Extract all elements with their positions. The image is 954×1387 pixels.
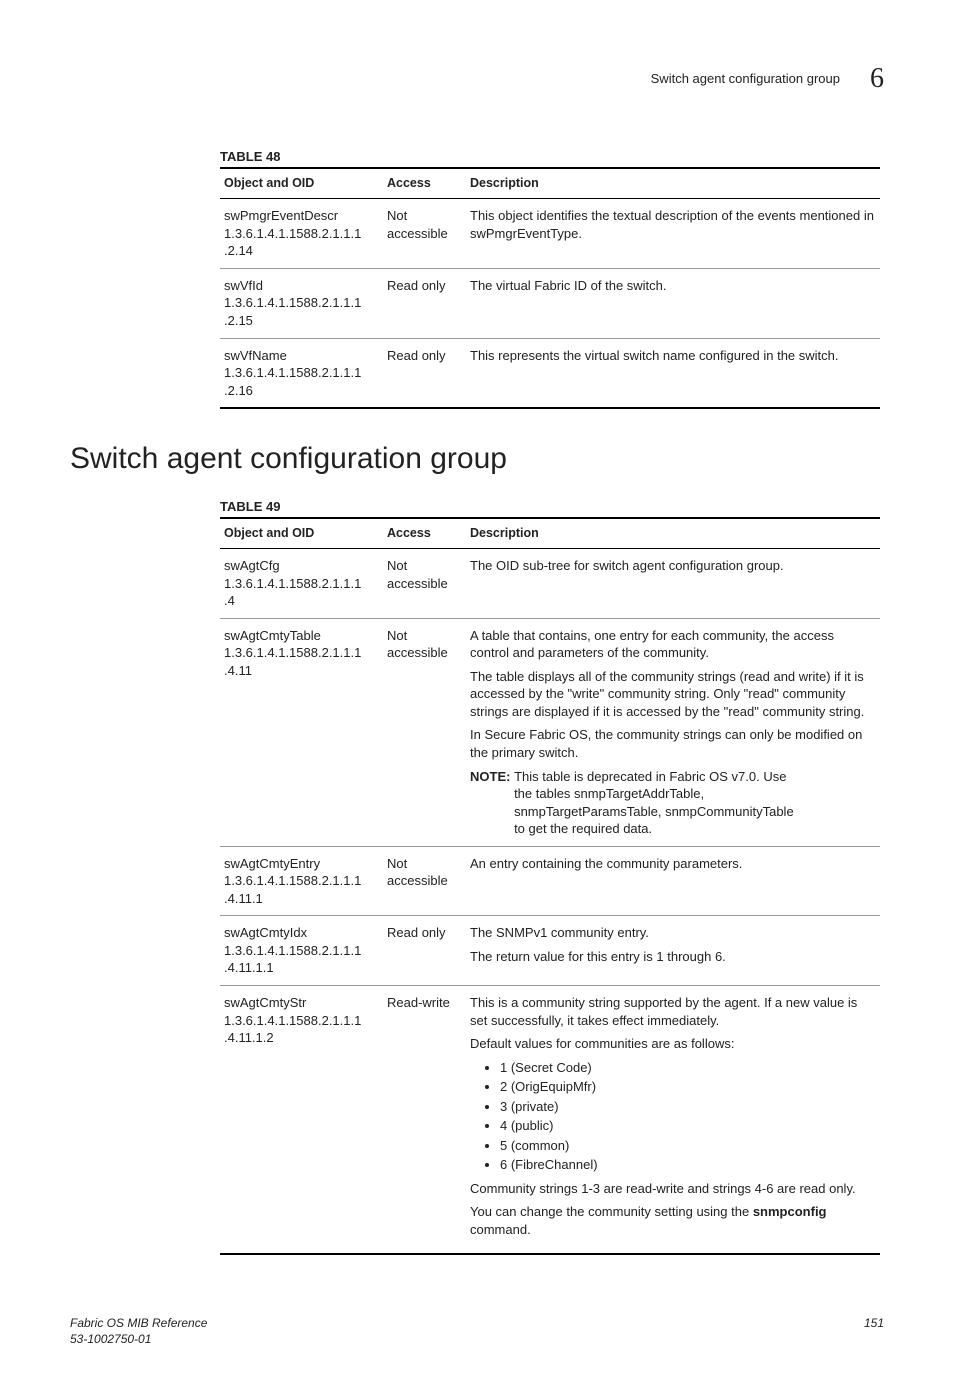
cell-object: swAgtCmtyEntry1.3.6.1.4.1.1588.2.1.1.1.4…: [220, 846, 383, 916]
table-row: swAgtCmtyTable1.3.6.1.4.1.1588.2.1.1.1.4…: [220, 618, 880, 846]
object-oid: 1.3.6.1.4.1.1588.2.1.1.1.2.16: [224, 364, 379, 399]
object-name: swVfName: [224, 347, 379, 365]
table-row: swAgtCmtyIdx1.3.6.1.4.1.1588.2.1.1.1.4.1…: [220, 916, 880, 986]
cell-object: swAgtCfg1.3.6.1.4.1.1588.2.1.1.1.4: [220, 549, 383, 619]
note-text: This table is deprecated in Fabric OS v7…: [514, 768, 804, 838]
object-oid: 1.3.6.1.4.1.1588.2.1.1.1.4.11.1: [224, 872, 379, 907]
cell-description: This is a community string supported by …: [466, 986, 880, 1254]
table-row: swVfName1.3.6.1.4.1.1588.2.1.1.1.2.16Rea…: [220, 338, 880, 408]
cell-object: swVfId1.3.6.1.4.1.1588.2.1.1.1.2.15: [220, 268, 383, 338]
table48-caption: TABLE 48: [220, 148, 884, 166]
desc-paragraph: You can change the community setting usi…: [470, 1203, 876, 1238]
bullet-list: 1 (Secret Code)2 (OrigEquipMfr) 3 (privat…: [470, 1059, 876, 1174]
table-row: swAgtCmtyEntry1.3.6.1.4.1.1588.2.1.1.1.4…: [220, 846, 880, 916]
note-block: NOTE: This table is deprecated in Fabric…: [470, 768, 876, 838]
table-row: swAgtCmtyStr1.3.6.1.4.1.1588.2.1.1.1.4.1…: [220, 986, 880, 1254]
desc-paragraph: Default values for communities are as fo…: [470, 1035, 876, 1053]
list-item: 3 (private): [500, 1098, 876, 1116]
page-footer: Fabric OS MIB Reference 53-1002750-01 15…: [70, 1315, 884, 1347]
header-title: Switch agent configuration group: [651, 70, 840, 88]
cell-object: swAgtCmtyTable1.3.6.1.4.1.1588.2.1.1.1.4…: [220, 618, 383, 846]
table49-caption: TABLE 49: [220, 498, 884, 516]
table49: Object and OID Access Description swAgtC…: [220, 517, 880, 1254]
cell-access: Read only: [383, 916, 466, 986]
desc-paragraph: The table displays all of the community …: [470, 668, 876, 721]
object-oid: 1.3.6.1.4.1.1588.2.1.1.1.2.15: [224, 294, 379, 329]
footer-doc-title: Fabric OS MIB Reference: [70, 1315, 207, 1331]
desc-paragraph: The OID sub-tree for switch agent config…: [470, 557, 876, 575]
object-oid: 1.3.6.1.4.1.1588.2.1.1.1.4.11: [224, 644, 379, 679]
cell-access: Read only: [383, 338, 466, 408]
desc-paragraph: The return value for this entry is 1 thr…: [470, 948, 876, 966]
col-header-description: Description: [466, 518, 880, 548]
object-oid: 1.3.6.1.4.1.1588.2.1.1.1.4.11.1.1: [224, 942, 379, 977]
bold-term: snmpconfig: [753, 1204, 827, 1219]
table-row: swAgtCfg1.3.6.1.4.1.1588.2.1.1.1.4Not ac…: [220, 549, 880, 619]
cell-description: The virtual Fabric ID of the switch.: [466, 268, 880, 338]
list-item: 1 (Secret Code): [500, 1059, 876, 1077]
list-item: 5 (common): [500, 1137, 876, 1155]
col-header-access: Access: [383, 168, 466, 198]
object-name: swAgtCmtyEntry: [224, 855, 379, 873]
list-item: 4 (public): [500, 1117, 876, 1135]
table-row: swVfId1.3.6.1.4.1.1588.2.1.1.1.2.15Read …: [220, 268, 880, 338]
col-header-access: Access: [383, 518, 466, 548]
table48: Object and OID Access Description swPmgr…: [220, 167, 880, 409]
desc-paragraph: A table that contains, one entry for eac…: [470, 627, 876, 662]
cell-object: swAgtCmtyStr1.3.6.1.4.1.1588.2.1.1.1.4.1…: [220, 986, 383, 1254]
cell-access: Not accessible: [383, 846, 466, 916]
object-oid: 1.3.6.1.4.1.1588.2.1.1.1.2.14: [224, 225, 379, 260]
list-item: 6 (FibreChannel): [500, 1156, 876, 1174]
desc-paragraph: An entry containing the community parame…: [470, 855, 876, 873]
col-header-description: Description: [466, 168, 880, 198]
cell-description: An entry containing the community parame…: [466, 846, 880, 916]
desc-paragraph: In Secure Fabric OS, the community strin…: [470, 726, 876, 761]
object-name: swAgtCmtyStr: [224, 994, 379, 1012]
object-name: swAgtCmtyTable: [224, 627, 379, 645]
cell-description: A table that contains, one entry for eac…: [466, 618, 880, 846]
object-name: swAgtCfg: [224, 557, 379, 575]
desc-paragraph: The SNMPv1 community entry.: [470, 924, 876, 942]
cell-object: swAgtCmtyIdx1.3.6.1.4.1.1588.2.1.1.1.4.1…: [220, 916, 383, 986]
desc-paragraph: Community strings 1-3 are read-write and…: [470, 1180, 876, 1198]
footer-doc-number: 53-1002750-01: [70, 1331, 207, 1347]
note-label: NOTE:: [470, 769, 514, 784]
object-oid: 1.3.6.1.4.1.1588.2.1.1.1.4: [224, 575, 379, 610]
object-name: swAgtCmtyIdx: [224, 924, 379, 942]
cell-access: Not accessible: [383, 199, 466, 269]
cell-description: This object identifies the textual descr…: [466, 199, 880, 269]
page-header: Switch agent configuration group 6: [70, 60, 884, 98]
desc-paragraph: This object identifies the textual descr…: [470, 207, 876, 242]
cell-description: The SNMPv1 community entry. The return va…: [466, 916, 880, 986]
object-oid: 1.3.6.1.4.1.1588.2.1.1.1.4.11.1.2: [224, 1012, 379, 1047]
footer-page-number: 151: [864, 1315, 884, 1347]
desc-paragraph: This represents the virtual switch name …: [470, 347, 876, 365]
cell-access: Not accessible: [383, 549, 466, 619]
cell-access: Not accessible: [383, 618, 466, 846]
list-item: 2 (OrigEquipMfr): [500, 1078, 876, 1096]
cell-object: swVfName1.3.6.1.4.1.1588.2.1.1.1.2.16: [220, 338, 383, 408]
desc-paragraph: The virtual Fabric ID of the switch.: [470, 277, 876, 295]
cell-description: This represents the virtual switch name …: [466, 338, 880, 408]
cell-description: The OID sub-tree for switch agent config…: [466, 549, 880, 619]
table-row: swPmgrEventDescr1.3.6.1.4.1.1588.2.1.1.1…: [220, 199, 880, 269]
section-heading: Switch agent configuration group: [70, 439, 884, 480]
cell-object: swPmgrEventDescr1.3.6.1.4.1.1588.2.1.1.1…: [220, 199, 383, 269]
desc-paragraph: This is a community string supported by …: [470, 994, 876, 1029]
object-name: swVfId: [224, 277, 379, 295]
chapter-number: 6: [870, 60, 884, 98]
col-header-object: Object and OID: [220, 518, 383, 548]
object-name: swPmgrEventDescr: [224, 207, 379, 225]
cell-access: Read-write: [383, 986, 466, 1254]
col-header-object: Object and OID: [220, 168, 383, 198]
cell-access: Read only: [383, 268, 466, 338]
